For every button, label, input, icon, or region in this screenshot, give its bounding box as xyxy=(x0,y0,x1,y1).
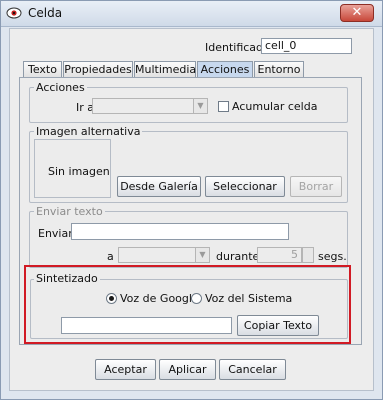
aplicar-button[interactable]: Aplicar xyxy=(159,359,216,380)
chevron-down-icon: ▼ xyxy=(193,99,207,113)
ir-a-combo[interactable] xyxy=(92,98,208,114)
no-image-text: Sin imagen xyxy=(48,165,110,178)
borrar-button[interactable]: Borrar xyxy=(290,176,342,197)
chevron-down-icon: ▼ xyxy=(195,248,209,262)
spinner-arrows-icon[interactable] xyxy=(302,247,314,263)
window-title: Celda xyxy=(28,6,63,20)
tab-texto[interactable]: Texto xyxy=(23,61,62,77)
a-label: a xyxy=(107,250,114,263)
segundos-spinner[interactable]: 5 xyxy=(257,247,302,263)
tab-propiedades[interactable]: Propiedades xyxy=(63,61,133,77)
app-eye-icon xyxy=(6,6,22,20)
identifier-input[interactable]: cell_0 xyxy=(261,38,352,54)
enviar-group-title: Enviar texto xyxy=(34,205,105,218)
enviar-input[interactable] xyxy=(71,223,289,240)
imagen-group-title: Imagen alternativa xyxy=(34,125,143,138)
red-highlight-box xyxy=(24,265,351,344)
acumular-label: Acumular celda xyxy=(232,100,318,113)
tab-acciones[interactable]: Acciones xyxy=(197,61,253,78)
enviar-label: Enviar xyxy=(38,227,73,240)
desde-galeria-button[interactable]: Desde Galería xyxy=(117,176,201,197)
cancelar-button[interactable]: Cancelar xyxy=(219,359,286,380)
close-button[interactable]: ✕ xyxy=(340,4,374,22)
seleccionar-button[interactable]: Seleccionar xyxy=(205,176,285,197)
acciones-group-title: Acciones xyxy=(34,81,87,94)
segs-label: segs. xyxy=(318,250,347,263)
tab-entorno[interactable]: Entorno xyxy=(254,61,304,77)
durante-label: durante xyxy=(216,250,260,263)
aceptar-button[interactable]: Aceptar xyxy=(95,359,156,380)
tab-multimedia[interactable]: Multimedia xyxy=(134,61,196,77)
acumular-checkbox[interactable] xyxy=(218,101,229,112)
